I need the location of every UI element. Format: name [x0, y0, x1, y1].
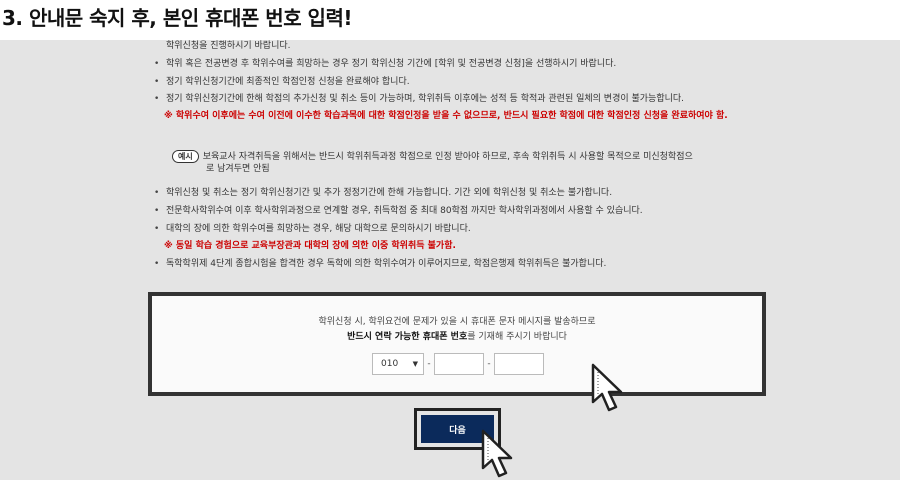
example-badge: 예시	[172, 150, 199, 163]
phone-number-row: 010 ▼ - -	[372, 353, 544, 375]
notice-item: 전문학사학위수여 이후 학사학위과정으로 연계할 경우, 취득학점 중 최대 8…	[152, 206, 792, 218]
example-note: 예시 보육교사 자격취득을 위해서는 반드시 학위취득과정 학점으로 인정 받아야…	[172, 150, 772, 175]
screen-area: 학위신청을 진행하시기 바랍니다. 학위 혹은 전공변경 후 학위수여를 희망하…	[0, 40, 900, 480]
notice-item: 학위 혹은 전공변경 후 학위수여를 희망하는 경우 정기 학위신청 기간에 […	[152, 59, 792, 71]
notice-item: 독학학위제 4단계 종합시험을 합격한 경우 독학에 의한 학위수여가 이루어지…	[152, 259, 792, 271]
pointer-cursor-icon	[591, 363, 623, 412]
pointer-cursor-icon	[481, 429, 513, 478]
phone-notice-bold: 반드시 연락 가능한 휴대폰 번호	[347, 332, 468, 342]
phone-dash: -	[427, 359, 431, 369]
example-text: 보육교사 자격취득을 위해서는 반드시 학위취득과정 학점으로 인정 받아야 하…	[202, 152, 693, 162]
phone-notice-line1: 학위신청 시, 학위요건에 문제가 있을 시 휴대폰 문자 메시지를 발송하므로	[318, 317, 596, 327]
phone-prefix-select[interactable]: 010 ▼	[372, 353, 424, 375]
notice-item: 대학의 장에 의한 학위수여를 희망하는 경우, 해당 대학으로 문의하시기 바…	[152, 224, 792, 236]
notice-first-line: 학위신청을 진행하시기 바랍니다.	[166, 41, 291, 51]
phone-notice-rest: 를 기재해 주시기 바랍니다	[467, 332, 567, 342]
warning-text: ※ 학위수여 이후에는 수여 이전에 이수한 학습과목에 대한 학점인정을 받을…	[164, 111, 728, 121]
notice-item: 정기 학위신청기간에 최종적인 학점인정 신청을 완료해야 합니다.	[152, 77, 792, 89]
chevron-down-icon: ▼	[412, 360, 418, 368]
step-title: 3. 안내문 숙지 후, 본인 휴대폰 번호 입력!	[2, 6, 352, 30]
phone-notice-line2: 반드시 연락 가능한 휴대폰 번호를 기재해 주시기 바랍니다	[152, 329, 762, 342]
phone-prefix-value: 010	[381, 359, 399, 369]
notice-item: 학위신청 및 취소는 정기 학위신청기간 및 추가 정정기간에 한해 가능합니다…	[152, 188, 792, 200]
example-text-continued: 로 남겨두면 안됨	[206, 163, 270, 174]
notice-item: 정기 학위신청기간에 한해 학점의 추가신청 및 취소 등이 가능하며, 학위취…	[152, 94, 792, 106]
phone-input-box: 학위신청 시, 학위요건에 문제가 있을 시 휴대폰 문자 메시지를 발송하므로…	[148, 292, 766, 396]
phone-middle-input[interactable]	[434, 353, 484, 375]
phone-last-input[interactable]	[494, 353, 544, 375]
warning-text-2: ※ 동일 학습 경험으로 교육부장관과 대학의 장에 의한 이중 학위취득 불가…	[164, 241, 456, 251]
phone-dash: -	[487, 359, 491, 369]
